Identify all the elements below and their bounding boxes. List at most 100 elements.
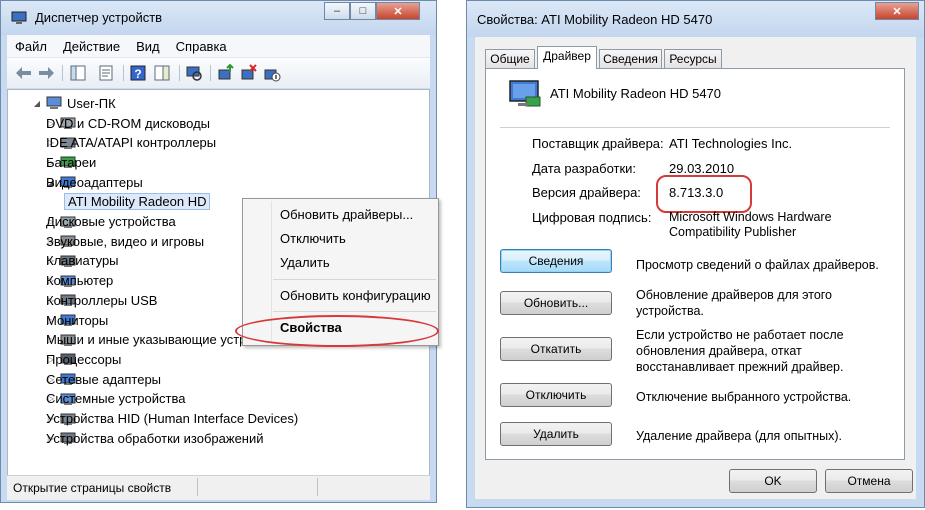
minimize-button[interactable]: ‒ [324,2,350,20]
window-title: Диспетчер устройств [35,10,163,25]
tree-item-label: Контроллеры USB [46,292,158,308]
tree-item-label: DVD и CD-ROM дисководы [46,115,211,131]
highlight-box-version [656,175,752,213]
caption-buttons: ‒ □ ✕ [324,2,420,22]
uninstall-driver-desc: Удаление драйвера (для опытных). [636,429,842,443]
rollback-driver-button[interactable]: Откатить [500,337,612,361]
scan-hardware-icon[interactable] [185,64,203,82]
signature-label: Цифровая подпись: [532,210,652,225]
collapse-arrow-icon[interactable]: ◢ [32,99,42,108]
device-manager-icon [11,11,27,24]
menu-bar: Файл Действие Вид Справка [7,35,430,58]
display-adapter-icon [509,80,541,107]
tree-item[interactable]: ◢ Видеоадаптеры [46,172,143,192]
tree-item-label: Компьютер [46,273,114,289]
version-label: Версия драйвера: [532,185,641,200]
back-arrow-icon[interactable] [15,64,33,82]
console-tree-icon[interactable] [69,64,87,82]
tree-item-label: IDE ATA/ATAPI контроллеры [46,135,217,151]
ok-button[interactable]: OK [729,469,817,493]
context-update-drivers[interactable]: Обновить драйверы... [280,207,413,222]
status-bar: Открытие страницы свойств [7,475,430,500]
context-disable[interactable]: Отключить [280,231,346,246]
highlight-oval-properties [235,315,439,347]
update-driver-icon[interactable] [217,64,235,82]
tree-item-label: Системные устройства [46,391,186,407]
dialog-caption-buttons: ✕ [875,2,919,22]
date-value: 29.03.2010 [669,161,735,176]
properties-dialog: Свойства: ATI Mobility Radeon HD 5470 ✕ … [466,0,925,508]
tree-item[interactable]: ▷ Звуковые, видео и игровы [46,231,204,251]
tree-item-label: Мониторы [46,312,109,328]
status-text: Открытие страницы свойств [13,481,172,495]
tab-driver[interactable]: Драйвер [537,46,597,69]
tree-item-label: Видеоадаптеры [46,174,143,190]
tree-item-label: Процессоры [46,351,122,367]
tree-item[interactable]: ▷ Сетевые адаптеры [46,369,161,389]
computer-icon [46,96,62,109]
tree-item[interactable]: ▷ Мониторы [46,310,108,330]
tree-item-label: Устройства обработки изображений [46,430,264,446]
tab-details[interactable]: Сведения [599,49,662,68]
forward-arrow-icon[interactable] [37,64,55,82]
disable-device-desc: Отключение выбранного устройства. [636,390,852,404]
tree-item[interactable]: ▷ Устройства HID (Human Interface Devices… [46,409,298,429]
update-driver-desc: Обновление драйверов для этого устройств… [636,288,833,318]
tree-item[interactable]: ▷ Компьютер [46,271,113,291]
tree-item[interactable]: ATI Mobility Radeon HD [64,192,211,212]
tab-resources[interactable]: Ресурсы [664,49,722,68]
title-bar[interactable]: Диспетчер устройств ‒ □ ✕ [1,1,436,35]
maximize-button[interactable]: □ [350,2,376,20]
cancel-button[interactable]: Отмена [825,469,913,493]
dialog-close-button[interactable]: ✕ [875,2,919,20]
menu-help[interactable]: Справка [168,39,235,54]
tab-general[interactable]: Общие [485,49,535,68]
menu-action[interactable]: Действие [55,39,128,54]
uninstall-icon[interactable] [240,64,258,82]
tree-item-label: Батареи [46,154,97,170]
tree-item-label: Устройства HID (Human Interface Devices) [46,411,299,426]
menu-file[interactable]: Файл [7,39,55,54]
menu-view[interactable]: Вид [128,39,168,54]
properties-icon[interactable] [97,64,115,82]
driver-details-button[interactable]: Сведения [500,249,612,273]
context-uninstall[interactable]: Удалить [280,255,330,270]
dialog-title: Свойства: ATI Mobility Radeon HD 5470 [477,12,713,27]
action-pane-icon[interactable] [153,64,171,82]
tree-item[interactable]: ▷ Устройства обработки изображений [46,428,264,448]
tree-item[interactable]: ▷ Контроллеры USB [46,290,157,310]
context-scan-hardware[interactable]: Обновить конфигурацию [280,288,431,303]
disable-device-button[interactable]: Отключить [500,383,612,407]
tree-item[interactable]: ▷ Дисковые устройства [46,212,176,232]
tree-item-label: ATI Mobility Radeon HD [64,193,211,211]
provider-label: Поставщик драйвера: [532,136,664,151]
toolbar: ? [7,58,430,89]
device-manager-window: Диспетчер устройств ‒ □ ✕ Файл Действие … [0,0,439,503]
uninstall-driver-button[interactable]: Удалить [500,422,612,446]
provider-value: ATI Technologies Inc. [669,136,793,151]
dialog-title-bar[interactable]: Свойства: ATI Mobility Radeon HD 5470 ✕ [467,1,924,37]
tree-item[interactable]: ▷ IDE ATA/ATAPI контроллеры [46,133,216,153]
tree-root[interactable]: ◢ User-ПК [32,93,116,113]
tree-item[interactable]: ▷ Системные устройства [46,389,185,409]
tree-item[interactable]: ▷ Процессоры [46,349,121,369]
tree-item-label: Клавиатуры [46,253,119,269]
close-button[interactable]: ✕ [376,2,420,20]
rollback-driver-desc: Если устройство не работает после обновл… [636,328,844,374]
tree-item-label: Дисковые устройства [46,214,176,229]
signature-value: Microsoft Windows Hardware Compatibility… [669,210,832,239]
device-name: ATI Mobility Radeon HD 5470 [550,86,722,101]
driver-panel: ATI Mobility Radeon HD 5470 Поставщик др… [485,68,905,460]
help-icon[interactable]: ? [129,64,147,82]
tree-item[interactable]: ▷ Мыши и иные указывающие устройства [46,330,287,350]
update-driver-button[interactable]: Обновить... [500,291,612,315]
tree-item-label: Звуковые, видео и игровы [46,233,205,249]
disable-icon[interactable] [263,64,281,82]
svg-text:?: ? [134,67,141,81]
tree-item[interactable]: ▷ DVD и CD-ROM дисководы [46,113,210,133]
driver-details-desc: Просмотр сведений о файлах драйверов. [636,258,879,272]
tree-root-label: User-ПК [67,95,116,111]
tree-item[interactable]: ▷ Батареи [46,152,96,172]
date-label: Дата разработки: [532,161,637,176]
tree-item[interactable]: ▷ Клавиатуры [46,251,119,271]
